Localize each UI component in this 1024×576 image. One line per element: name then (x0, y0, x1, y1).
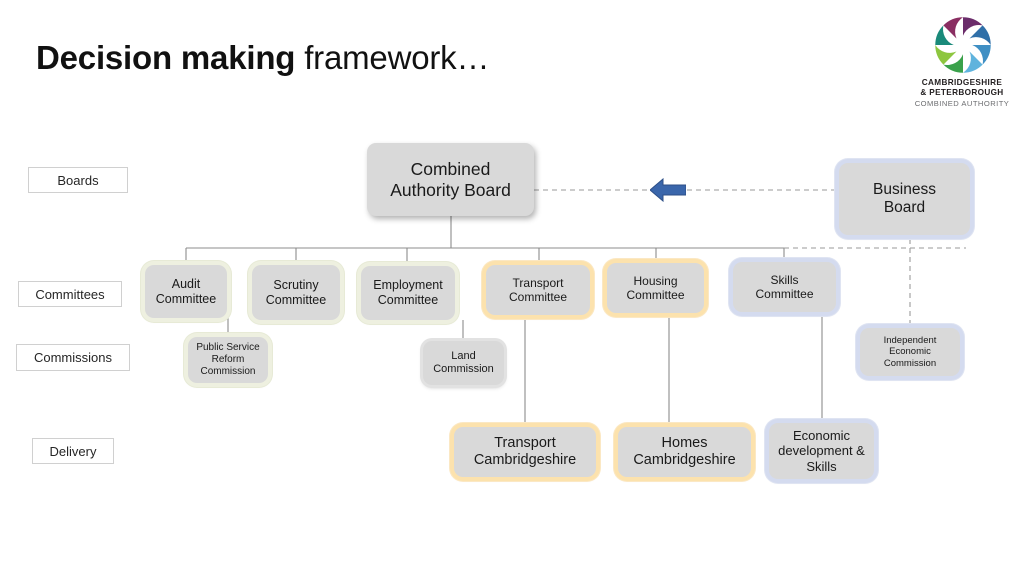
logo-line-3: COMBINED AUTHORITY (914, 99, 1010, 108)
node-skills-committee-label: Skills Committee (755, 272, 814, 301)
node-independent-economic-commission[interactable]: Independent Economic Commission (860, 328, 960, 376)
node-economic-development-skills[interactable]: Economic development & Skills (769, 423, 874, 479)
business-board-to-ca-board-arrow (649, 177, 687, 203)
category-label-committees: Committees (18, 281, 122, 307)
page-title-strong: Decision making (36, 39, 296, 76)
category-label-delivery-text: Delivery (49, 443, 97, 459)
category-label-committees-text: Committees (35, 286, 105, 302)
node-business-board[interactable]: Business Board (839, 163, 970, 235)
node-audit-committee[interactable]: Audit Committee (145, 265, 227, 318)
node-transport-committee[interactable]: Transport Committee (486, 265, 590, 315)
category-label-commissions: Commissions (16, 344, 130, 371)
node-employment-committee-label: Employment Committee (373, 278, 443, 307)
node-economic-development-skills-label: Economic development & Skills (778, 428, 865, 474)
node-land-commission[interactable]: Land Commission (423, 341, 504, 385)
organisation-logo: CAMBRIDGESHIRE & PETERBOROUGH COMBINED A… (900, 12, 1024, 112)
node-independent-economic-commission-label: Independent Economic Commission (883, 335, 937, 369)
page-title-light: framework… (295, 39, 490, 76)
category-label-boards-text: Boards (57, 172, 99, 188)
node-transport-cambridgeshire-label: Transport Cambridgeshire (473, 434, 577, 468)
node-public-service-reform-commission-label: Public Service Reform Commission (196, 342, 260, 377)
node-business-board-label: Business Board (873, 180, 936, 216)
logo-line-2: & PETERBOROUGH (920, 88, 1004, 97)
node-transport-cambridgeshire[interactable]: Transport Cambridgeshire (454, 427, 596, 477)
logo-wordmark: CAMBRIDGESHIRE & PETERBOROUGH COMBINED A… (900, 78, 1024, 109)
node-housing-committee[interactable]: Housing Committee (607, 263, 704, 313)
node-scrutiny-committee-label: Scrutiny Committee (265, 277, 327, 307)
node-transport-committee-label: Transport Committee (508, 275, 567, 304)
node-combined-authority-board-label: Combined Authority Board (390, 158, 511, 200)
node-homes-cambridgeshire-label: Homes Cambridgeshire (633, 434, 736, 468)
pinwheel-logo-icon (930, 12, 996, 78)
node-land-commission-label: Land Commission (433, 350, 494, 375)
category-label-delivery: Delivery (32, 438, 114, 464)
category-label-commissions-text: Commissions (33, 350, 112, 365)
node-audit-committee-label: Audit Committee (155, 276, 217, 306)
node-skills-committee[interactable]: Skills Committee (733, 262, 836, 312)
node-scrutiny-committee[interactable]: Scrutiny Committee (252, 265, 340, 320)
node-combined-authority-board[interactable]: Combined Authority Board (367, 143, 534, 216)
node-employment-committee[interactable]: Employment Committee (361, 266, 455, 320)
page-title: Decision making framework… (36, 36, 489, 80)
logo-line-1: CAMBRIDGESHIRE (921, 78, 1003, 87)
node-homes-cambridgeshire[interactable]: Homes Cambridgeshire (618, 427, 751, 477)
category-label-boards: Boards (28, 167, 128, 193)
node-public-service-reform-commission[interactable]: Public Service Reform Commission (188, 337, 268, 383)
node-housing-committee-label: Housing Committee (626, 273, 685, 302)
